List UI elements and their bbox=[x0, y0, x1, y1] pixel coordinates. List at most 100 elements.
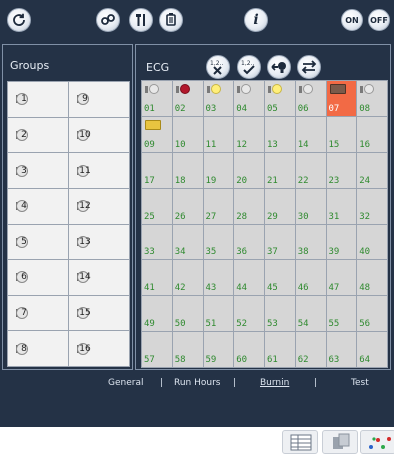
tile[interactable]: 20 bbox=[234, 152, 264, 188]
tile[interactable]: 40 bbox=[357, 224, 387, 260]
tile[interactable]: 01 bbox=[142, 81, 172, 116]
tile[interactable]: 04 bbox=[234, 81, 264, 116]
group-cell[interactable]: 10 bbox=[69, 117, 129, 153]
tile[interactable]: 60 bbox=[234, 332, 264, 367]
tile[interactable]: 54 bbox=[295, 296, 326, 332]
group-cell[interactable]: 16 bbox=[69, 331, 129, 366]
tile[interactable]: 47 bbox=[326, 260, 357, 296]
group-cell[interactable]: 15 bbox=[69, 295, 129, 331]
group-cell[interactable]: 2 bbox=[8, 117, 68, 153]
tile[interactable]: 08 bbox=[357, 81, 387, 116]
tile[interactable]: 42 bbox=[172, 260, 203, 296]
tile[interactable]: 41 bbox=[142, 260, 172, 296]
tile[interactable]: 13 bbox=[265, 116, 295, 152]
tab-general[interactable]: General bbox=[108, 378, 143, 388]
tile[interactable]: 33 bbox=[142, 224, 172, 260]
tile[interactable]: 34 bbox=[172, 224, 203, 260]
tile[interactable]: 53 bbox=[265, 296, 295, 332]
group-cell[interactable]: 6 bbox=[8, 260, 68, 295]
tile[interactable]: 56 bbox=[357, 296, 387, 332]
tile[interactable]: 11 bbox=[203, 116, 234, 152]
tile[interactable]: 59 bbox=[203, 332, 234, 367]
tile[interactable]: 14 bbox=[295, 116, 326, 152]
tile[interactable]: 30 bbox=[295, 188, 326, 224]
tile[interactable]: 32 bbox=[357, 188, 387, 224]
tile[interactable]: 36 bbox=[234, 224, 264, 260]
tile[interactable]: 03 bbox=[203, 81, 234, 116]
tile[interactable]: 63 bbox=[326, 332, 357, 367]
tools-button[interactable] bbox=[129, 8, 153, 32]
tile[interactable]: 51 bbox=[203, 296, 234, 332]
group-cell[interactable]: 1 bbox=[8, 82, 68, 117]
tile[interactable]: 64 bbox=[357, 332, 387, 367]
group-cell[interactable]: 8 bbox=[8, 331, 68, 366]
tile[interactable]: 61 bbox=[265, 332, 295, 367]
tile[interactable]: 49 bbox=[142, 296, 172, 332]
tile[interactable]: 62 bbox=[295, 332, 326, 367]
tile[interactable]: 27 bbox=[203, 188, 234, 224]
number-check-button[interactable]: 1,2.. bbox=[237, 55, 261, 79]
tile[interactable]: 02 bbox=[172, 81, 203, 116]
tile[interactable]: 46 bbox=[295, 260, 326, 296]
tile[interactable]: 12 bbox=[234, 116, 264, 152]
tile[interactable]: 15 bbox=[326, 116, 357, 152]
copy-view-button[interactable] bbox=[322, 430, 358, 454]
tile[interactable]: 45 bbox=[265, 260, 295, 296]
number-clear-button[interactable]: 1,2.. bbox=[206, 55, 230, 79]
tile[interactable]: 55 bbox=[326, 296, 357, 332]
group-cell[interactable]: 13 bbox=[69, 224, 129, 260]
tile[interactable]: 52 bbox=[234, 296, 264, 332]
tile[interactable]: 31 bbox=[326, 188, 357, 224]
link-button[interactable] bbox=[96, 8, 120, 32]
tile[interactable]: 05 bbox=[265, 81, 295, 116]
tile[interactable]: 38 bbox=[295, 224, 326, 260]
tile[interactable]: 18 bbox=[172, 152, 203, 188]
group-cell[interactable]: 9 bbox=[69, 82, 129, 117]
group-cell[interactable]: 3 bbox=[8, 153, 68, 188]
tile[interactable]: 21 bbox=[265, 152, 295, 188]
tab-test[interactable]: Test bbox=[351, 378, 369, 388]
tile[interactable]: 29 bbox=[265, 188, 295, 224]
tile[interactable]: 19 bbox=[203, 152, 234, 188]
tile[interactable]: 28 bbox=[234, 188, 264, 224]
refresh-button[interactable] bbox=[7, 8, 31, 32]
off-button[interactable]: OFF bbox=[368, 9, 390, 31]
tile[interactable]: 48 bbox=[357, 260, 387, 296]
tile[interactable]: 22 bbox=[295, 152, 326, 188]
tile[interactable]: 58 bbox=[172, 332, 203, 367]
tile[interactable]: 44 bbox=[234, 260, 264, 296]
tile[interactable]: 16 bbox=[357, 116, 387, 152]
tile[interactable]: 43 bbox=[203, 260, 234, 296]
color-view-button[interactable] bbox=[360, 430, 394, 454]
group-cell[interactable]: 11 bbox=[69, 153, 129, 188]
tile[interactable]: 39 bbox=[326, 224, 357, 260]
tile[interactable]: 07 bbox=[326, 81, 357, 116]
lamp-button[interactable] bbox=[267, 55, 291, 79]
tile[interactable]: 17 bbox=[142, 152, 172, 188]
tile-number: 28 bbox=[236, 211, 248, 222]
tile[interactable]: 10 bbox=[172, 116, 203, 152]
tile[interactable]: 25 bbox=[142, 188, 172, 224]
tile[interactable]: 23 bbox=[326, 152, 357, 188]
group-cell[interactable]: 4 bbox=[8, 188, 68, 224]
tab-run-hours[interactable]: Run Hours bbox=[174, 378, 221, 388]
tile[interactable]: 50 bbox=[172, 296, 203, 332]
group-cell[interactable]: 12 bbox=[69, 188, 129, 224]
group-cell[interactable]: 14 bbox=[69, 260, 129, 295]
tile[interactable]: 24 bbox=[357, 152, 387, 188]
tab-burnin[interactable]: Burnin bbox=[260, 378, 289, 388]
tile[interactable]: 37 bbox=[265, 224, 295, 260]
trash-button[interactable] bbox=[159, 8, 183, 32]
info-button[interactable]: i bbox=[244, 8, 268, 32]
tile[interactable]: 35 bbox=[203, 224, 234, 260]
swap-button[interactable] bbox=[297, 55, 321, 79]
tile[interactable]: 09 bbox=[142, 116, 172, 152]
tile[interactable]: 06 bbox=[295, 81, 326, 116]
tile[interactable]: 57 bbox=[142, 332, 172, 367]
table-view-button[interactable] bbox=[282, 430, 318, 454]
group-cell[interactable]: 7 bbox=[8, 295, 68, 331]
on-button[interactable]: ON bbox=[341, 9, 363, 31]
group-cell[interactable]: 5 bbox=[8, 224, 68, 260]
tile[interactable]: 26 bbox=[172, 188, 203, 224]
tile-number: 14 bbox=[297, 139, 309, 150]
